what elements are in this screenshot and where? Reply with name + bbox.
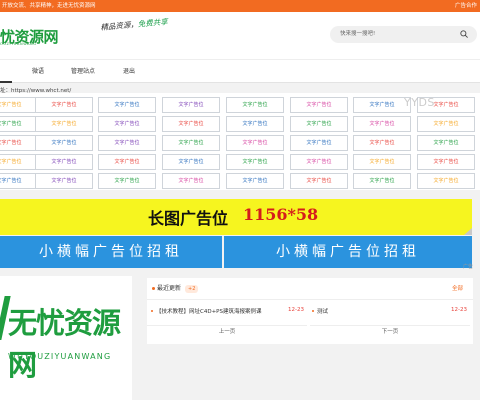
text-ad-cell[interactable]: 文字广告位 bbox=[417, 116, 475, 132]
next-page-button[interactable]: 下一页 bbox=[310, 325, 470, 337]
text-ad-cell[interactable]: 文字广告位 bbox=[35, 135, 93, 151]
ad-cooperation-link[interactable]: 广告合作 bbox=[455, 0, 477, 12]
text-ad-cell[interactable]: 文字广告位 bbox=[353, 173, 411, 189]
banner-ad-label: 广告 bbox=[463, 264, 474, 270]
announcement-text: 开放交流、共享精神，走进无忧资源网 bbox=[2, 3, 96, 9]
text-ad-cell[interactable]: 文字广告位 bbox=[98, 135, 156, 151]
site-slogan: 精品资源，免费共享 bbox=[100, 16, 168, 33]
nav-item-manage-site[interactable]: 管理站点 bbox=[71, 60, 95, 83]
text-ad-cell[interactable]: 文字广告位 bbox=[226, 154, 284, 170]
text-ad-cell[interactable]: 文字广告位 bbox=[226, 135, 284, 151]
long-banner-size: 1156*58 bbox=[243, 205, 319, 224]
text-ad-cell[interactable]: 文字广告位 bbox=[226, 97, 284, 113]
text-ad-cell[interactable]: 文字广告位 bbox=[353, 154, 411, 170]
brand-big-text: 无忧资源网 bbox=[8, 306, 121, 382]
text-ad-cell[interactable]: 文字广告位 bbox=[0, 116, 38, 132]
site-header: 忧资源网 OUZIYUANWANG 精品资源，免费共享 快来搜一搜吧! bbox=[0, 12, 480, 59]
nav-item-logout[interactable]: 退出 bbox=[123, 60, 135, 83]
entry-bullet bbox=[312, 310, 314, 312]
text-ad-cell[interactable]: 文字广告位 bbox=[226, 173, 284, 189]
text-ad-cell[interactable]: 文字广告位 bbox=[417, 135, 475, 151]
text-ad-cell[interactable]: 文字广告位 bbox=[290, 154, 348, 170]
text-ad-cell[interactable]: 文字广告位 bbox=[162, 97, 220, 113]
text-ad-cell[interactable]: 文字广告位 bbox=[290, 116, 348, 132]
text-ad-cell[interactable]: 文字广告位 bbox=[162, 135, 220, 151]
text-ad-cell[interactable]: 文字广告位 bbox=[35, 97, 93, 113]
top-announcement-bar: 开放交流、共享精神，走进无忧资源网 广告合作 bbox=[0, 0, 480, 12]
main-nav: 微语 管理站点 退出 bbox=[0, 59, 480, 83]
text-ad-cell[interactable]: 文字广告位 bbox=[98, 154, 156, 170]
slogan-main: 精品资源， bbox=[100, 19, 139, 32]
text-ad-cell[interactable]: 文字广告位 bbox=[290, 173, 348, 189]
brand-image: 无忧资源网 WUYOUZIYUANWANG bbox=[0, 276, 132, 400]
text-ad-cell[interactable]: 文字广告位 bbox=[0, 135, 38, 151]
view-all-link[interactable]: 全部 bbox=[452, 278, 463, 300]
entry-bullet bbox=[151, 310, 153, 312]
text-ad-cell[interactable]: 文字广告位 bbox=[162, 154, 220, 170]
text-ad-cell[interactable]: 文字广告位 bbox=[35, 173, 93, 189]
text-ad-cell[interactable]: 文字广告位 bbox=[98, 97, 156, 113]
recent-updates-panel: 最近更新 +2 全部 【技术教程】网址C4D+PS建筑海报案例课 12-23 测… bbox=[147, 278, 473, 344]
text-ad-cell[interactable]: 文字广告位 bbox=[290, 97, 348, 113]
brand-en-text: WUYOUZIYUANWANG bbox=[8, 352, 112, 361]
text-ad-cell[interactable]: 文字广告位 bbox=[98, 116, 156, 132]
long-banner-ad[interactable]: 长图广告位 1156*58 bbox=[0, 199, 472, 235]
recent-updates-title: 最近更新 bbox=[157, 285, 182, 292]
nav-active-indicator bbox=[0, 81, 12, 83]
small-banner-ad-left[interactable]: 小横幅广告位招租 bbox=[0, 236, 222, 268]
search-box[interactable]: 快来搜一搜吧! bbox=[330, 26, 477, 43]
title-dot bbox=[152, 287, 155, 290]
text-ad-cell[interactable]: 文字广告位 bbox=[0, 173, 38, 189]
text-ad-cell[interactable]: 文字广告位 bbox=[353, 97, 411, 113]
slogan-accent: 免费共享 bbox=[137, 17, 169, 29]
recent-entry-title[interactable]: 测试 bbox=[317, 307, 328, 315]
text-ad-cell[interactable]: 文字广告位 bbox=[353, 135, 411, 151]
prev-page-button[interactable]: 上一页 bbox=[147, 325, 307, 337]
text-ad-cell[interactable]: 文字广告位 bbox=[290, 135, 348, 151]
text-ad-cell[interactable]: 文字广告位 bbox=[226, 116, 284, 132]
text-ad-cell[interactable]: 文字广告位 bbox=[0, 154, 38, 170]
recent-entry-date: 12-23 bbox=[288, 307, 304, 313]
text-ad-cell[interactable]: 文字广告位 bbox=[417, 154, 475, 170]
ad-corner-mark bbox=[464, 228, 472, 235]
text-ad-cell[interactable]: 文字广告位 bbox=[0, 97, 38, 113]
site-logo-subtitle: OUZIYUANWANG bbox=[0, 42, 37, 46]
search-input[interactable]: 快来搜一搜吧! bbox=[340, 26, 375, 43]
recent-count-badge: +2 bbox=[185, 285, 199, 293]
recent-entry-date: 12-23 bbox=[451, 307, 467, 313]
recent-updates-header: 最近更新 +2 全部 bbox=[147, 278, 473, 300]
text-ad-cell[interactable]: 文字广告位 bbox=[353, 116, 411, 132]
text-ad-cell[interactable]: 文字广告位 bbox=[35, 154, 93, 170]
recent-entry-title[interactable]: 【技术教程】网址C4D+PS建筑海报案例课 bbox=[156, 307, 262, 315]
text-ad-cell[interactable]: 文字广告位 bbox=[98, 173, 156, 189]
small-banner-ad-right[interactable]: 小横幅广告位招租 bbox=[224, 236, 472, 268]
long-banner-text: 长图广告位 bbox=[148, 209, 229, 228]
text-ad-cell[interactable]: 文字广告位 bbox=[417, 173, 475, 189]
nav-item-weiyu[interactable]: 微语 bbox=[32, 60, 44, 83]
text-ad-cell[interactable]: 文字广告位 bbox=[162, 173, 220, 189]
text-ad-cell[interactable]: 文字广告位 bbox=[35, 116, 93, 132]
watermark: YYDS bbox=[404, 96, 435, 109]
search-icon[interactable] bbox=[460, 30, 468, 38]
text-ad-cell[interactable]: 文字广告位 bbox=[162, 116, 220, 132]
